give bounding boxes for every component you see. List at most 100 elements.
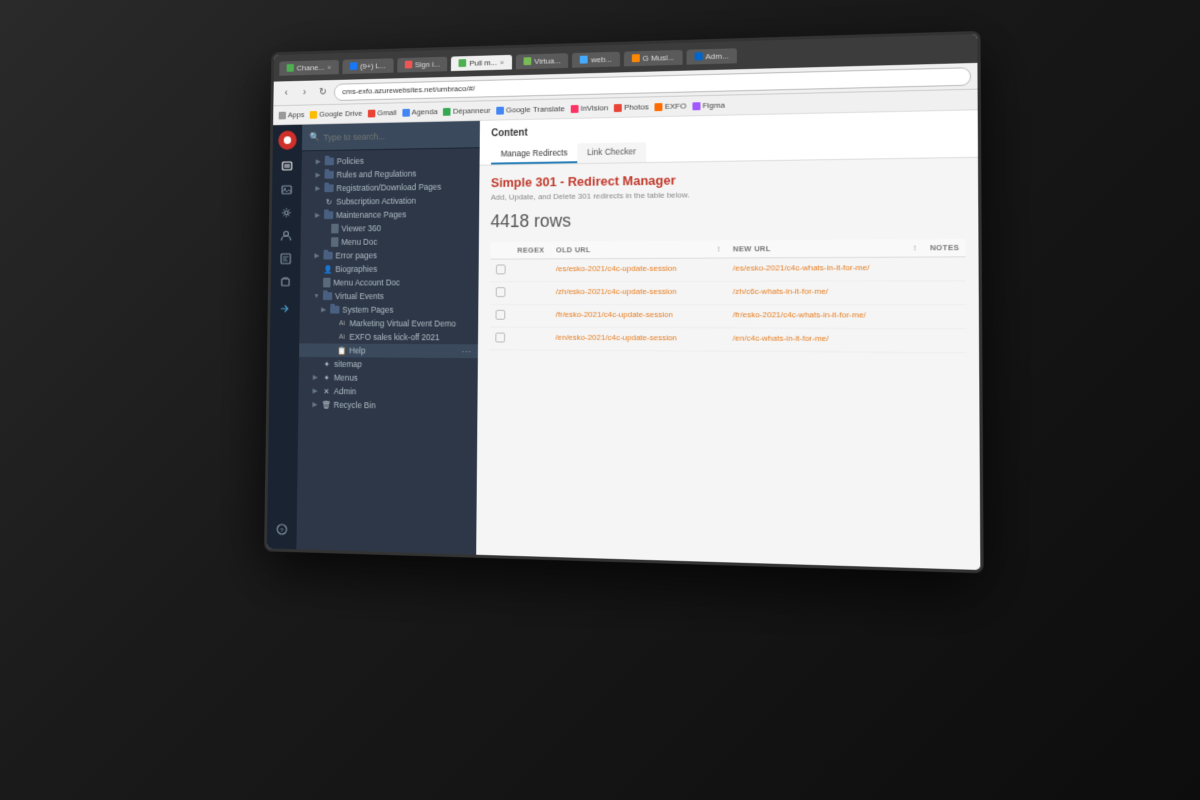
tab-favicon-7 — [632, 54, 640, 62]
col-sort1[interactable]: ↕ — [710, 240, 727, 258]
tab-label-4: Pull m... — [469, 58, 497, 68]
tree-content: ▶ Policies ▶ Rules and Regulations ▶ — [296, 148, 479, 555]
bookmark-favicon-depanneur — [443, 107, 451, 115]
systempages-label: System Pages — [342, 305, 393, 315]
browser-tab-6[interactable]: web... — [572, 51, 619, 67]
tab-label-7: G Musl... — [642, 53, 674, 63]
media-rail-icon[interactable] — [277, 180, 296, 199]
row3-new-url[interactable]: /fr/esko-2021/c4c-whats-in-it-for-me/ — [733, 310, 866, 319]
tree-item-marketing-demo[interactable]: ▶ Aì Marketing Virtual Event Demo — [299, 316, 478, 330]
help-label: Help — [349, 346, 365, 356]
bookmark-label-figma: Figma — [702, 101, 724, 111]
row3-old-url[interactable]: /fr/esko-2021/c4c-update-session — [556, 310, 673, 319]
bookmark-favicon-agenda — [402, 108, 410, 116]
bookmark-figma[interactable]: Figma — [692, 101, 724, 111]
tree-item-biographies[interactable]: ▶ 👤 Biographies — [300, 262, 479, 276]
registration-label: Registration/Download Pages — [336, 182, 441, 193]
forward-button[interactable]: › — [297, 85, 312, 101]
virtualevents-label: Virtual Events — [335, 291, 384, 301]
bookmark-gdrive[interactable]: Google Drive — [310, 109, 362, 119]
browser-tab-1[interactable]: Chane... × — [279, 59, 339, 75]
tree-item-systempages[interactable]: ▶ System Pages — [300, 303, 479, 317]
recycle-chevron: ▶ — [311, 401, 319, 409]
tab-close-1[interactable]: × — [327, 62, 331, 71]
address-text: cms-exfo.azurewebsites.net/umbraco/#/ — [342, 84, 475, 96]
row4-new-url[interactable]: /en/c4c-whats-in-it-for-me/ — [733, 333, 829, 343]
bookmark-agenda[interactable]: Agenda — [402, 107, 437, 116]
row1-old-url[interactable]: /es/esko-2021/c4c-update-session — [556, 264, 677, 273]
browser-tab-4[interactable]: Pull m... × — [451, 54, 512, 70]
tree-item-menuaccount[interactable]: ▶ Menu Account Doc — [300, 275, 479, 289]
help-context-menu-icon[interactable]: ··· — [462, 347, 473, 356]
rules-label: Rules and Regulations — [336, 169, 416, 180]
tree-item-menudoc[interactable]: ▶ Menu Doc — [301, 234, 479, 249]
registration-folder-icon — [324, 184, 333, 192]
forms-rail-icon[interactable] — [276, 249, 295, 268]
help-tree-icon: 📋 — [337, 346, 346, 356]
exfokickoff-label: EXFO sales kick-off 2021 — [349, 332, 439, 342]
redirect-rail-icon[interactable] — [276, 299, 295, 318]
tree-item-viewer360[interactable]: ▶ Viewer 360 — [301, 220, 479, 235]
recycle-icon: 🗑 — [321, 400, 330, 410]
menuaccount-label: Menu Account Doc — [333, 278, 400, 288]
browser-tab-3[interactable]: Sign i... — [397, 56, 448, 72]
row2-new-url[interactable]: /zh/c6c-whats-in-it-for-me/ — [733, 287, 828, 296]
row4-old-url[interactable]: /en/esko-2021/c4c-update-session — [555, 333, 676, 343]
row1-checkbox[interactable] — [496, 264, 506, 274]
tab-link-checker[interactable]: Link Checker — [577, 142, 646, 163]
bookmark-photos[interactable]: Photos — [614, 102, 649, 112]
bookmark-translate[interactable]: Google Translate — [496, 104, 565, 114]
tree-item-exfo-kickoff[interactable]: ▶ Aì EXFO sales kick-off 2021 — [299, 330, 478, 344]
content-rail-icon[interactable] — [278, 157, 297, 176]
bookmark-exfo[interactable]: EXFO — [655, 102, 687, 112]
cms-logo[interactable] — [278, 130, 297, 149]
tab-close-4[interactable]: × — [500, 57, 505, 66]
tree-panel: 🔍 ▶ Policies ▶ Rules and Regulations — [296, 121, 480, 555]
errorpages-chevron: ▶ — [313, 252, 320, 260]
viewer360-label: Viewer 360 — [341, 223, 381, 233]
help-rail-icon[interactable]: ? — [273, 519, 292, 539]
menus-chevron: ▶ — [312, 373, 320, 381]
browser-tab-5[interactable]: Virtua... — [516, 53, 569, 69]
browser-tab-2[interactable]: (9+) L... — [342, 58, 393, 74]
browser-tab-7[interactable]: G Musl... — [624, 49, 683, 66]
plugin-title: Simple 301 - Redirect Manager — [491, 168, 965, 190]
tab-manage-redirects[interactable]: Manage Redirects — [491, 143, 577, 164]
errorpages-label: Error pages — [335, 250, 376, 260]
tab-favicon-1 — [287, 64, 294, 72]
members-rail-icon[interactable] — [277, 226, 296, 245]
bookmark-apps[interactable]: Apps — [279, 110, 305, 119]
row1-new-url[interactable]: /es/esko-2021/c4c-whats-in-it-for-me/ — [733, 263, 870, 273]
col-old-url: OLD URL — [550, 240, 710, 258]
row2-old-url[interactable]: /zh/esko-2021/c4c-update-session — [556, 287, 677, 296]
bookmark-favicon-gmail — [368, 109, 376, 117]
bookmark-depanneur[interactable]: Dépanneur — [443, 106, 490, 116]
tab-favicon-3 — [405, 61, 413, 69]
menuaccount-doc-icon — [323, 278, 331, 288]
tab-label-3: Sign i... — [415, 59, 440, 68]
row2-checkbox[interactable] — [496, 287, 506, 297]
reload-button[interactable]: ↻ — [315, 84, 330, 100]
back-button[interactable]: ‹ — [279, 85, 294, 101]
settings-rail-icon[interactable] — [277, 203, 296, 222]
tree-item-recycle[interactable]: ▶ 🗑 Recycle Bin — [298, 398, 477, 414]
tab-label-6: web... — [591, 54, 612, 63]
bookmark-invision[interactable]: InVision — [571, 103, 609, 113]
col-checkbox — [490, 242, 511, 259]
bookmark-favicon-figma — [692, 102, 700, 110]
row3-checkbox[interactable] — [496, 310, 506, 320]
row4-checkbox[interactable] — [495, 333, 505, 343]
browser-tab-8[interactable]: Adm... — [686, 48, 736, 64]
packages-rail-icon[interactable] — [276, 272, 295, 291]
search-icon: 🔍 — [309, 132, 319, 143]
search-input[interactable] — [323, 129, 472, 142]
bookmark-gmail[interactable]: Gmail — [368, 108, 397, 117]
tree-item-errorpages[interactable]: ▶ Error pages — [300, 248, 478, 263]
sitemap-icon: ✦ — [322, 359, 331, 369]
biographies-icon: 👤 — [323, 264, 332, 274]
tree-item-virtualevents[interactable]: ▼ Virtual Events — [300, 289, 479, 303]
col-sort2[interactable]: ↕ — [906, 239, 923, 257]
tree-item-help[interactable]: ▶ 📋 Help ··· — [299, 343, 478, 358]
bookmark-label-gmail: Gmail — [377, 108, 397, 117]
maintenance-folder-icon — [324, 211, 333, 219]
